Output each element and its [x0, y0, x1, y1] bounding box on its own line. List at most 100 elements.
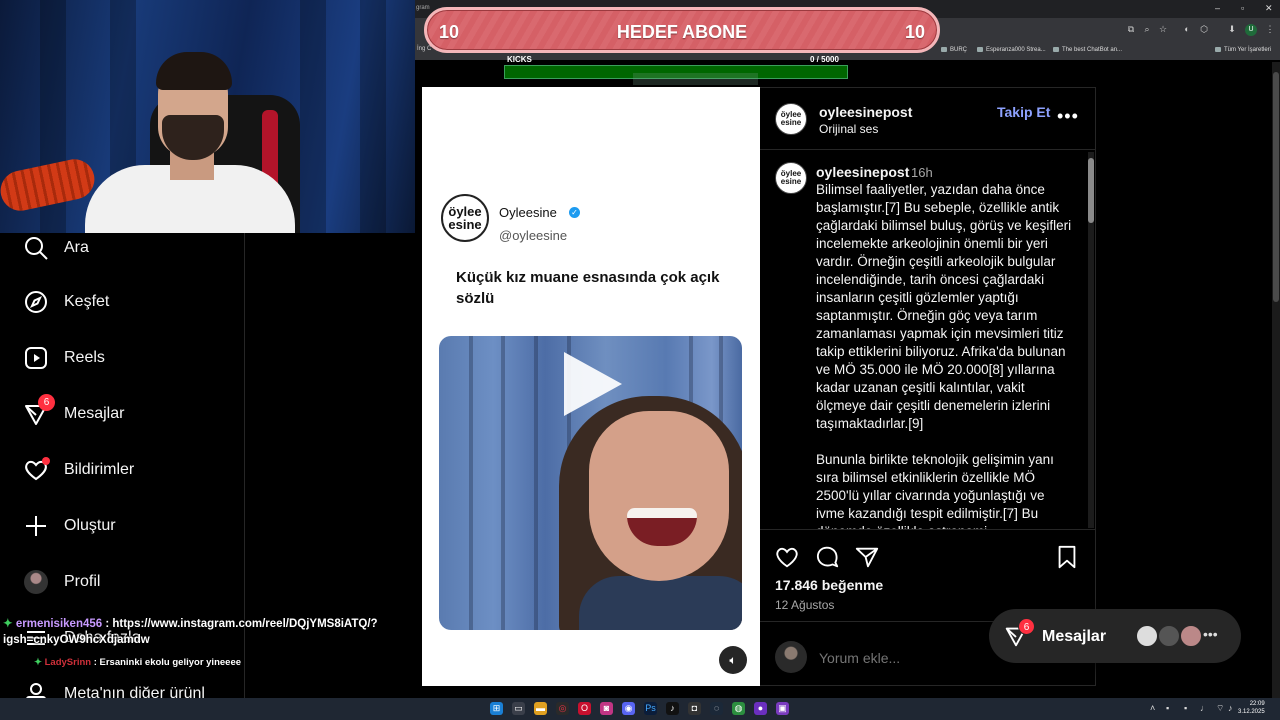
commenter-avatar [775, 641, 807, 673]
heart-icon [22, 456, 50, 484]
sidebar-item-explore[interactable]: Keşfet [22, 287, 109, 317]
chrome-icon[interactable]: ◍ [732, 702, 745, 715]
tray-icon[interactable]: ▪ [1166, 703, 1169, 713]
sidebar-item-reels[interactable]: Reels [22, 343, 105, 373]
play-icon[interactable] [564, 352, 622, 416]
page-scrollbar[interactable] [1272, 62, 1280, 698]
extension-icon[interactable]: ◐ [1182, 24, 1192, 34]
caption-scrollbar[interactable] [1088, 152, 1094, 528]
gem-icon: ✦ [34, 657, 42, 668]
extensions-puzzle-icon[interactable]: ⬡ [1199, 24, 1209, 34]
sidebar-item-label: Keşfet [64, 293, 110, 310]
app-icon[interactable]: ◘ [688, 702, 701, 715]
browser-menu-icon[interactable]: ⋮ [1265, 24, 1275, 34]
video-player[interactable] [439, 336, 742, 630]
app-icon[interactable]: ▣ [776, 702, 789, 715]
gem-icon: ✦ [3, 618, 13, 630]
more-conversations-icon[interactable]: ••• [1203, 626, 1218, 642]
post-media-panel: öylee esine Oyleesine ✓ @oyleesine Küçük… [422, 87, 760, 686]
conversation-avatar[interactable] [1179, 624, 1203, 648]
post-author-username[interactable]: oyleesinepost [819, 104, 912, 120]
tweet-display-name: Oyleesine [499, 205, 557, 220]
messages-dock-label: Mesajlar [1042, 628, 1107, 645]
clock-date: 3.12.2025 [1238, 709, 1265, 715]
share-icon[interactable] [854, 544, 880, 570]
task-view-icon[interactable]: ▭ [512, 702, 525, 715]
compass-icon [22, 288, 50, 316]
reels-icon [22, 344, 50, 372]
comment-icon[interactable] [814, 544, 840, 570]
goal-target: 10 [904, 22, 925, 42]
post-date: 12 Ağustos [775, 598, 835, 612]
tray-expand-icon[interactable]: ˄ [1150, 703, 1155, 713]
comment-input[interactable] [819, 650, 1019, 666]
avatar [22, 568, 50, 596]
tiktok-icon[interactable]: ♪ [666, 702, 679, 715]
plus-icon [22, 512, 50, 540]
more-options-icon[interactable]: ••• [1057, 106, 1079, 127]
discord-icon[interactable]: ◉ [622, 702, 635, 715]
bookmark-item[interactable]: Esperanza000 Strea... [977, 47, 1046, 53]
chat-text-continued: igsh=cnkyOW9hcXdjamdw [3, 634, 150, 646]
chat-text: : Ersaninki ekolu geliyor yineeee [91, 657, 242, 668]
messenger-icon: 6 [22, 394, 55, 428]
browser-profile-avatar[interactable]: U [1245, 24, 1257, 36]
messages-badge: 6 [38, 394, 55, 411]
goal-title: HEDEF ABONE [616, 22, 748, 42]
post-details-panel: öylee esine oyleesinepost Orijinal ses Ta… [760, 87, 1096, 686]
downloads-icon[interactable]: ⬇ [1227, 24, 1237, 34]
volume-icon[interactable]: ♪ [1228, 703, 1233, 713]
chat-text: : https://www.instagram.com/reel/DQjYMS8… [102, 618, 378, 630]
sidebar-item-create[interactable]: Oluştur [22, 511, 116, 541]
chat-message: ✦ LadySrinn : Ersaninki ekolu geliyor yi… [34, 657, 241, 668]
bookmark-star-icon[interactable]: ☆ [1158, 24, 1168, 34]
sidebar-item-notifications[interactable]: Bildirimler [22, 455, 134, 485]
obs-icon[interactable]: ● [754, 702, 767, 715]
file-explorer-icon[interactable]: ▬ [534, 702, 547, 715]
instagram-icon[interactable]: ◙ [600, 702, 613, 715]
notification-dot [42, 457, 50, 465]
install-icon[interactable]: ⧉ [1126, 24, 1136, 34]
tray-icon[interactable]: ▪ [1184, 703, 1187, 713]
save-bookmark-icon[interactable] [1054, 544, 1080, 570]
start-icon[interactable]: ⊞ [490, 702, 503, 715]
steam-icon[interactable]: ◌ [710, 702, 723, 715]
search-icon [22, 234, 50, 262]
network-icon[interactable]: ⌔ [1216, 703, 1224, 714]
sidebar-item-label: Profil [64, 573, 101, 590]
sidebar-item-messages[interactable]: 6 Mesajlar [22, 394, 124, 429]
like-icon[interactable] [774, 544, 800, 570]
tweet-handle: @oyleesine [499, 228, 568, 243]
chat-username: LadySrinn [44, 657, 92, 668]
conversation-avatar[interactable] [1157, 624, 1181, 648]
follow-button[interactable]: Takip Et [997, 104, 1050, 120]
opera-icon[interactable]: O [578, 702, 591, 715]
bookmark-item[interactable]: BURÇ [941, 47, 967, 53]
sidebar-item-search[interactable]: Ara [22, 233, 89, 263]
sidebar-item-label: Ara [64, 239, 89, 256]
sidebar-item-profile[interactable]: Profil [22, 567, 100, 597]
conversation-avatar[interactable] [1135, 624, 1159, 648]
close-window-button[interactable]: ✕ [1265, 3, 1273, 14]
chat-username: ermenisiken456 [15, 618, 103, 630]
kicks-label: KICKS [507, 55, 532, 64]
mute-button[interactable]: 🔈︎ [719, 646, 747, 674]
photoshop-icon[interactable]: Ps [644, 702, 657, 715]
taskbar-clock[interactable]: 22:09 3.12.2025 [1238, 700, 1265, 716]
caption-author-avatar[interactable]: öylee esine [775, 162, 807, 194]
audio-label[interactable]: Orijinal ses [819, 122, 878, 136]
tweet-text: Küçük kız muane esnasında çok açık sözlü [456, 269, 720, 307]
maximize-button[interactable]: ▫ [1241, 3, 1244, 13]
like-count[interactable]: 17.846 beğenme [775, 577, 883, 593]
zoom-icon[interactable]: ⌕ [1142, 24, 1152, 34]
bookmark-folder-all[interactable]: Tüm Yer İşaretleri [1215, 47, 1271, 53]
post-author-avatar[interactable]: öylee esine [775, 103, 807, 135]
minimize-button[interactable]: – [1215, 3, 1220, 13]
messages-dock[interactable]: 6 Mesajlar ••• [989, 609, 1241, 663]
sidebar-item-label: Oluştur [64, 517, 116, 534]
mic-tray-icon[interactable]: ♩ [1200, 703, 1209, 713]
caption-username[interactable]: oyleesinepost [816, 164, 909, 180]
bookmark-item[interactable]: The best ChatBot an... [1053, 47, 1122, 53]
subscriber-goal-widget: 10 HEDEF ABONE 10 [424, 7, 940, 53]
browser-icon[interactable]: ◎ [556, 702, 569, 715]
